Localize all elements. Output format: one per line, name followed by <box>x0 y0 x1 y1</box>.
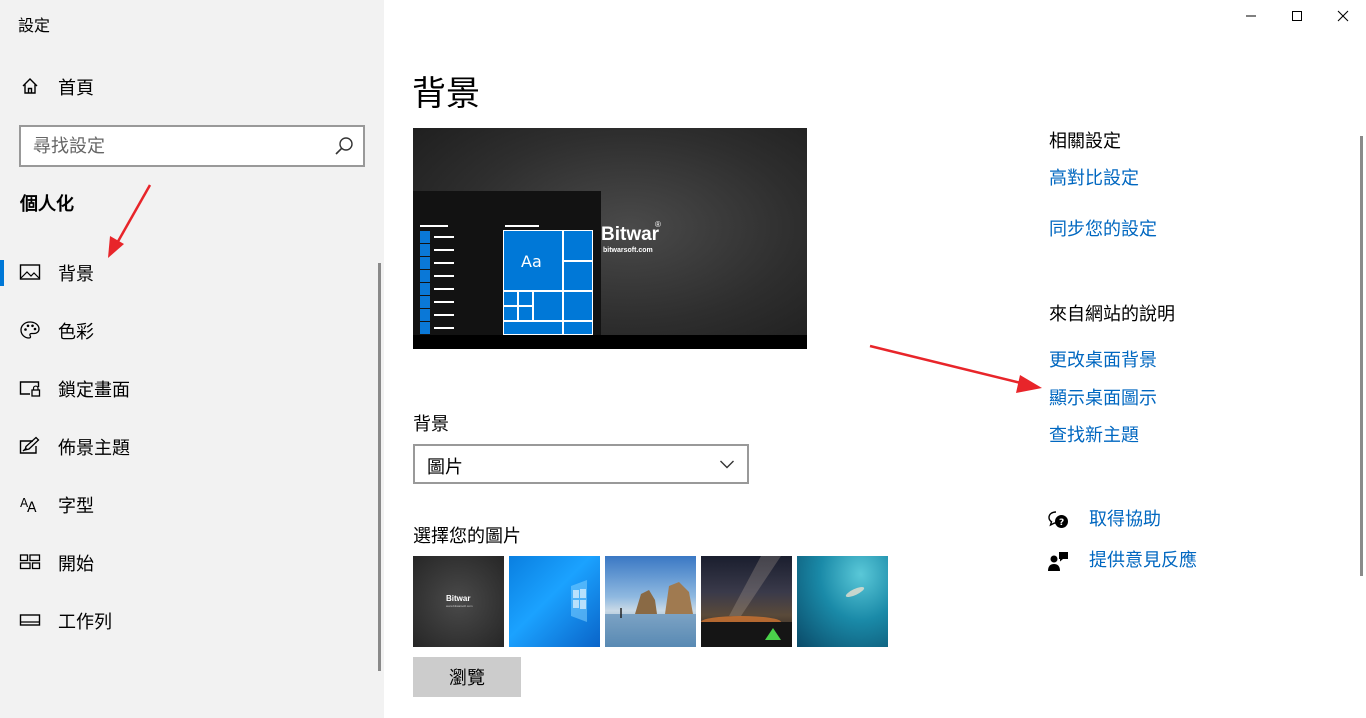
maximize-icon <box>1292 11 1302 21</box>
palette-icon <box>20 321 40 339</box>
web-help-heading: 來自網站的說明 <box>1049 304 1175 325</box>
font-icon: A A <box>20 496 37 514</box>
close-icon <box>1337 10 1349 22</box>
annotation-arrow-link <box>869 344 1042 393</box>
sidebar-item-fonts[interactable]: A A 字型 <box>0 481 380 527</box>
sidebar: 設定 首頁 個人化 背景 <box>0 0 384 718</box>
help-chat-icon: ? <box>1048 511 1068 528</box>
find-themes-link[interactable]: 查找新主題 <box>1049 421 1139 447</box>
picture-icon <box>19 264 41 280</box>
search-icon[interactable] <box>333 135 355 157</box>
background-type-label: 背景 <box>413 414 449 435</box>
windows-logo-image <box>571 580 587 622</box>
thumbnail-beach[interactable] <box>605 556 696 647</box>
sidebar-item-label: 背景 <box>58 264 94 285</box>
preview-start-menu: Aa <box>413 191 601 335</box>
sidebar-item-label: 工作列 <box>58 612 112 633</box>
preview-watermark-url: bitwarsoft.com <box>603 247 653 254</box>
dropdown-value: 圖片 <box>427 457 463 478</box>
get-help-link[interactable]: 取得協助 <box>1089 505 1161 531</box>
browse-button[interactable]: 瀏覽 <box>413 657 521 697</box>
lock-screen-icon <box>19 381 41 397</box>
sidebar-scrollbar[interactable] <box>378 263 381 671</box>
svg-text:A: A <box>27 500 37 514</box>
svg-text:?: ? <box>1059 518 1064 528</box>
sync-settings-link[interactable]: 同步您的設定 <box>1049 215 1157 241</box>
close-button[interactable] <box>1320 0 1366 32</box>
page-title: 背景 <box>412 74 480 114</box>
search-box <box>19 125 365 167</box>
background-preview: Bitwar ® bitwarsoft.com Aa <box>413 128 807 349</box>
feedback-link[interactable]: 提供意見反應 <box>1089 546 1197 572</box>
app-title: 設定 <box>18 16 51 35</box>
preview-tile-large: Aa <box>503 230 563 291</box>
sidebar-item-label: 色彩 <box>58 322 94 343</box>
main-scrollbar[interactable] <box>1360 136 1363 576</box>
sidebar-item-background[interactable]: 背景 <box>0 249 380 295</box>
background-type-dropdown[interactable]: 圖片 <box>413 444 749 484</box>
sidebar-item-label: 佈景主題 <box>58 438 130 459</box>
thumbnail-brand: Bitwar <box>446 594 471 603</box>
taskbar-icon <box>19 614 41 626</box>
preview-watermark-brand: Bitwar <box>601 224 660 245</box>
sidebar-item-taskbar[interactable]: 工作列 <box>0 597 380 643</box>
sidebar-home[interactable]: 首頁 <box>0 66 384 106</box>
sidebar-home-label: 首頁 <box>58 78 94 99</box>
change-background-link[interactable]: 更改桌面背景 <box>1049 346 1157 372</box>
feedback-person-icon <box>1048 552 1068 571</box>
window-controls <box>1228 0 1366 32</box>
chevron-down-icon <box>720 460 734 469</box>
milky-way-image <box>701 556 792 647</box>
sidebar-item-lock-screen[interactable]: 鎖定畫面 <box>0 365 380 411</box>
sidebar-item-label: 字型 <box>58 496 94 517</box>
thumbnail-underwater[interactable] <box>797 556 888 647</box>
maximize-button[interactable] <box>1274 0 1320 32</box>
search-input[interactable] <box>33 133 333 159</box>
sidebar-item-start[interactable]: 開始 <box>0 539 380 585</box>
related-settings-heading: 相關設定 <box>1049 131 1121 152</box>
theme-edit-icon <box>19 436 40 454</box>
minimize-button[interactable] <box>1228 0 1274 32</box>
sidebar-item-label: 開始 <box>58 554 94 575</box>
thumbnail-windows[interactable] <box>509 556 600 647</box>
sidebar-item-label: 鎖定畫面 <box>58 380 130 401</box>
settings-window: 設定 首頁 個人化 背景 <box>0 0 1366 718</box>
sidebar-item-colors[interactable]: 色彩 <box>0 307 380 353</box>
swimmer-image <box>845 586 865 598</box>
start-tiles-icon <box>19 554 41 570</box>
thumbnail-night-sky[interactable] <box>701 556 792 647</box>
choose-picture-label: 選擇您的圖片 <box>413 526 521 547</box>
section-title: 個人化 <box>20 194 74 215</box>
sidebar-item-themes[interactable]: 佈景主題 <box>0 423 380 469</box>
thumbnail-url: www.bitwarsoft.com <box>446 604 473 608</box>
preview-watermark-mark: ® <box>655 220 661 229</box>
home-icon <box>22 78 38 94</box>
preview-taskbar <box>413 335 807 349</box>
high-contrast-link[interactable]: 高對比設定 <box>1049 164 1139 190</box>
thumbnail-bitwar[interactable]: Bitwar www.bitwarsoft.com <box>413 556 504 647</box>
minimize-icon <box>1246 15 1256 17</box>
show-desktop-icons-link[interactable]: 顯示桌面圖示 <box>1049 384 1157 410</box>
beach-rocks-image <box>605 582 696 647</box>
